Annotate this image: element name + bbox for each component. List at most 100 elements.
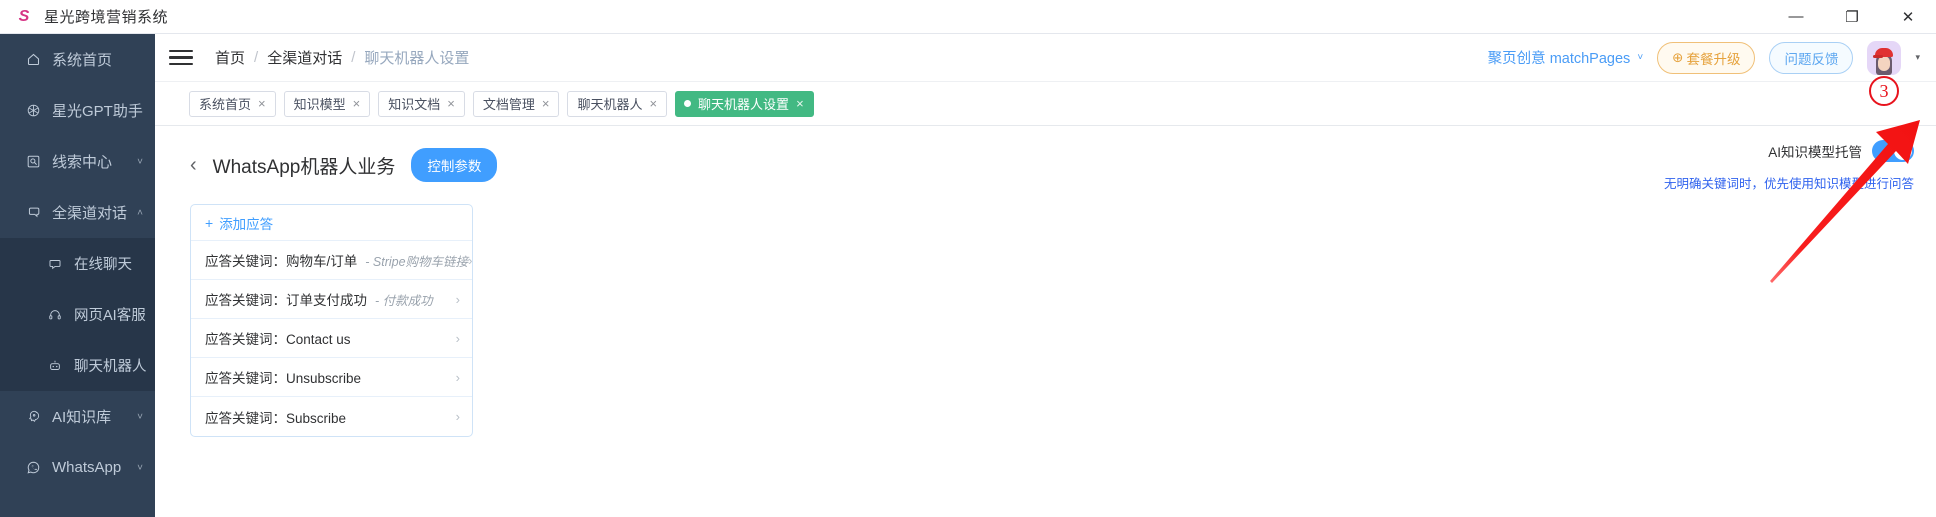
sidebar-item-label: 聊天机器人 <box>74 359 147 375</box>
sidebar-item-label: AI知识库 <box>52 409 112 426</box>
sidebar-item-label: 全渠道对话 <box>52 205 128 222</box>
message-icon <box>44 257 66 271</box>
sidebar-item-web-ai-support[interactable]: 网页AI客服 <box>0 289 155 340</box>
maximize-icon[interactable]: ❐ <box>1824 0 1880 34</box>
control-params-button[interactable]: 控制参数 <box>411 148 498 182</box>
active-tab-dot-icon <box>684 100 692 107</box>
header-actions: 聚页创意 matchPages ˅ ⊕ 套餐升级 问题反馈 ▾ <box>1488 40 1936 75</box>
sidebar-item-whatsapp[interactable]: WhatsApp ˅ <box>0 442 155 493</box>
list-item[interactable]: 应答关键词：Subscribe › <box>191 397 472 436</box>
tab-label: 聊天机器人 <box>577 97 643 112</box>
ai-toggle-hint: 无明确关键词时，优先使用知识模型进行问答 <box>1663 177 1914 191</box>
sidebar-item-label: 在线聊天 <box>74 257 132 273</box>
response-keyword: 应答关键词：购物车/订单 <box>205 254 358 269</box>
sidebar-item-omnichannel[interactable]: 全渠道对话 ˄ <box>0 187 155 238</box>
response-keyword: 应答关键词：Contact us <box>205 332 351 347</box>
add-response-label: 添加应答 <box>219 216 274 232</box>
tab-bar: 系统首页 × 知识模型 × 知识文档 × 文档管理 × 聊天机器人 × 聊天机器… <box>155 82 1936 126</box>
sidebar-item-gpt[interactable]: 星光GPT助手 <box>0 85 155 136</box>
close-icon[interactable]: × <box>258 97 266 110</box>
avatar[interactable] <box>1867 40 1902 75</box>
sidebar-item-online-chat[interactable]: 在线聊天 <box>0 238 155 289</box>
upgrade-icon: ⊕ <box>1672 49 1684 65</box>
chevron-down-icon[interactable]: ▾ <box>1915 52 1920 63</box>
tab-chatbot[interactable]: 聊天机器人 × <box>567 90 668 117</box>
page-title: WhatsApp机器人业务 <box>212 156 396 178</box>
feedback-label: 问题反馈 <box>1784 51 1839 67</box>
sidebar-item-label: WhatsApp <box>52 459 122 476</box>
chevron-right-icon[interactable]: › <box>456 370 460 385</box>
toggle-knob <box>1894 142 1912 160</box>
s-logo-icon: S <box>18 7 30 25</box>
list-item[interactable]: 应答关键词：Contact us › <box>191 319 472 358</box>
close-icon[interactable]: × <box>649 97 657 110</box>
robot-icon <box>44 359 66 373</box>
breadcrumb-item-0[interactable]: 首页 <box>215 47 245 68</box>
list-item[interactable]: 应答关键词：Unsubscribe › <box>191 358 472 397</box>
sidebar-item-label: 系统首页 <box>52 52 113 69</box>
sidebar-item-leads[interactable]: 线索中心 ˅ <box>0 136 155 187</box>
tab-system-home[interactable]: 系统首页 × <box>189 90 276 117</box>
sidebar-item-knowledge-base[interactable]: AI知识库 ˅ <box>0 391 155 442</box>
chevron-right-icon[interactable]: › <box>456 331 460 346</box>
tab-doc-management[interactable]: 文档管理 × <box>472 90 560 117</box>
list-item[interactable]: 应答关键词：订单支付成功 - 付款成功 › <box>191 280 472 319</box>
avatar-cap-brim <box>1873 54 1884 58</box>
ai-toggle-label: AI知识模型托管 <box>1768 145 1862 160</box>
tab-knowledge-model[interactable]: 知识模型 × <box>283 90 371 117</box>
sidebar-item-label: 星光GPT助手 <box>52 103 143 120</box>
tab-label: 文档管理 <box>482 97 535 112</box>
lead-icon <box>22 154 44 169</box>
chevron-right-icon[interactable]: › <box>456 409 460 424</box>
responses-card: + 添加应答 应答关键词：购物车/订单 - Stripe购物车链接 › 应答关键… <box>190 204 473 437</box>
chevron-up-icon[interactable]: ˄ <box>137 207 143 218</box>
step-badge-3: 3 <box>1869 76 1899 106</box>
tab-label: 知识文档 <box>388 97 441 112</box>
close-icon[interactable]: × <box>447 97 455 110</box>
response-note: - 付款成功 <box>375 293 433 308</box>
breadcrumb: 首页 / 全渠道对话 / 聊天机器人设置 <box>215 47 469 68</box>
chevron-down-icon[interactable]: ˅ <box>137 411 143 422</box>
breadcrumb-item-2: 聊天机器人设置 <box>364 50 470 67</box>
close-icon[interactable]: × <box>353 97 361 110</box>
close-icon[interactable]: × <box>542 97 550 110</box>
plus-icon: + <box>205 214 214 231</box>
list-item[interactable]: 应答关键词：购物车/订单 - Stripe购物车链接 › <box>191 241 472 280</box>
response-note: - Stripe购物车链接 <box>365 254 469 269</box>
chevron-right-icon[interactable]: › <box>468 253 472 268</box>
sidebar-item-label: 网页AI客服 <box>74 308 146 324</box>
account-switcher[interactable]: 聚页创意 matchPages ˅ <box>1488 47 1643 68</box>
tab-knowledge-doc[interactable]: 知识文档 × <box>378 90 465 117</box>
sidebar-item-home[interactable]: 系统首页 <box>0 34 155 85</box>
breadcrumb-item-1[interactable]: 全渠道对话 <box>267 47 342 68</box>
chevron-down-icon[interactable]: ˅ <box>137 156 143 167</box>
sidebar-item-chatbot[interactable]: 聊天机器人 <box>0 340 155 391</box>
breadcrumb-separator: / <box>351 49 356 66</box>
chevron-right-icon[interactable]: › <box>456 292 460 307</box>
content-area: ‹ WhatsApp机器人业务 控制参数 + 添加应答 应答关键词：购物车/订单… <box>155 126 1936 517</box>
ai-model-toggle[interactable] <box>1872 140 1914 162</box>
chevron-down-icon[interactable]: ˅ <box>137 462 143 473</box>
back-icon[interactable]: ‹ <box>190 155 197 175</box>
ai-toggle-row: AI知识模型托管 <box>1664 140 1914 162</box>
upgrade-plan-button[interactable]: ⊕ 套餐升级 <box>1657 41 1756 74</box>
app-window: S 星光跨境营销系统 — ❐ ✕ 系统首页 星光GPT助手 线索中心 ˅ 全渠道… <box>0 0 1936 517</box>
top-header: 首页 / 全渠道对话 / 聊天机器人设置 聚页创意 matchPages ˅ ⊕… <box>155 34 1936 82</box>
minimize-icon[interactable]: — <box>1768 0 1824 34</box>
gpt-icon <box>22 103 44 118</box>
hamburger-icon[interactable] <box>169 49 193 66</box>
headset-icon <box>44 308 66 322</box>
account-name: 聚页创意 matchPages <box>1487 51 1631 67</box>
tab-label: 知识模型 <box>293 97 346 112</box>
add-response-button[interactable]: + 添加应答 <box>191 205 472 241</box>
feedback-button[interactable]: 问题反馈 <box>1769 41 1854 74</box>
close-icon[interactable]: × <box>796 97 804 110</box>
ai-model-panel: AI知识模型托管 无明确关键词时，优先使用知识模型进行问答 <box>1664 140 1914 192</box>
tab-chatbot-settings[interactable]: 聊天机器人设置 × <box>675 90 814 117</box>
window-titlebar: S 星光跨境营销系统 — ❐ ✕ <box>0 0 1936 34</box>
sidebar-item-label: 线索中心 <box>52 154 113 171</box>
close-icon[interactable]: ✕ <box>1880 0 1936 34</box>
chat-icon <box>22 205 44 220</box>
upgrade-label: 套餐升级 <box>1686 51 1741 67</box>
response-keyword: 应答关键词：Unsubscribe <box>205 371 362 386</box>
